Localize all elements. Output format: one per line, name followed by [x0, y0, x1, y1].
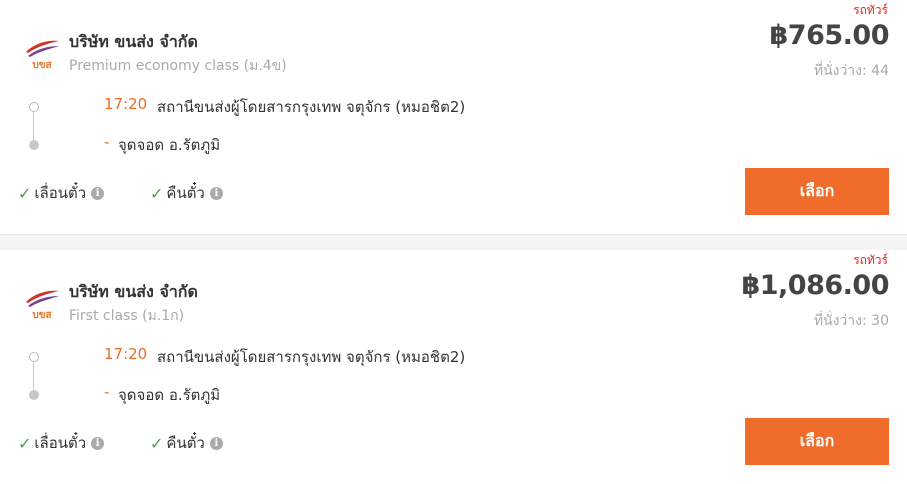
departure-dot-icon	[29, 352, 39, 362]
departure-time: 17:20	[104, 345, 148, 363]
route-line	[33, 112, 34, 142]
arrival-station: จุดจอด อ.รัตภูมิ	[118, 386, 221, 404]
feature-refund: ✓ คืนตั๋ว i	[150, 181, 223, 205]
feature-label: คืนตั๋ว	[166, 434, 205, 452]
seat-class: Premium economy class (ม.4ข)	[69, 58, 287, 74]
arrival-time: -	[104, 383, 110, 401]
select-button[interactable]: เลือก	[745, 418, 889, 465]
svg-text:บขส: บขส	[32, 60, 52, 70]
feature-label: คืนตั๋ว	[166, 184, 205, 202]
departure-station: สถานีขนส่งผู้โดยสารกรุงเทพ จตุจักร (หมอช…	[157, 98, 466, 116]
ticket-price: ฿765.00	[769, 20, 890, 51]
feature-refund: ✓ คืนตั๋ว i	[150, 431, 223, 455]
departure-station: สถานีขนส่งผู้โดยสารกรุงเทพ จตุจักร (หมอช…	[157, 348, 466, 366]
feature-label: เลื่อนตั๋ว	[34, 184, 87, 202]
trip-card: รถทัวร์ บขส บริษัท ขนส่ง จำกัด First cla…	[0, 250, 907, 484]
info-icon[interactable]: i	[91, 186, 105, 200]
departure-dot-icon	[29, 102, 39, 112]
svg-text:บขส: บขส	[32, 310, 52, 320]
check-icon: ✓	[150, 433, 164, 453]
company-name: บริษัท ขนส่ง จำกัด	[69, 282, 198, 301]
trip-card: รถทัวร์ บขส บริษัท ขนส่ง จำกัด Premium e…	[0, 0, 907, 234]
ticket-price: ฿1,086.00	[741, 270, 889, 301]
route-line	[33, 362, 34, 392]
company-name: บริษัท ขนส่ง จำกัด	[69, 32, 198, 51]
card-separator	[0, 234, 907, 250]
info-icon[interactable]: i	[91, 436, 105, 450]
vehicle-type-tag: รถทัวร์	[853, 3, 888, 17]
available-seats: ที่นั่งว่าง: 30	[813, 313, 889, 329]
feature-reschedule: ✓ เลื่อนตั๋ว i	[18, 431, 105, 455]
arrival-dot-icon	[29, 390, 39, 400]
check-icon: ✓	[18, 183, 32, 203]
check-icon: ✓	[150, 183, 164, 203]
vehicle-type-tag: รถทัวร์	[853, 253, 888, 267]
operator-logo: บขส	[26, 40, 59, 70]
info-icon[interactable]: i	[209, 436, 223, 450]
operator-logo: บขส	[26, 290, 59, 320]
feature-reschedule: ✓ เลื่อนตั๋ว i	[18, 181, 105, 205]
check-icon: ✓	[18, 433, 32, 453]
select-button[interactable]: เลือก	[745, 168, 889, 215]
arrival-dot-icon	[29, 140, 39, 150]
available-seats: ที่นั่งว่าง: 44	[813, 63, 889, 79]
departure-time: 17:20	[104, 95, 148, 113]
feature-label: เลื่อนตั๋ว	[34, 434, 87, 452]
arrival-station: จุดจอด อ.รัตภูมิ	[118, 136, 221, 154]
seat-class: First class (ม.1ก)	[69, 308, 185, 324]
info-icon[interactable]: i	[209, 186, 223, 200]
arrival-time: -	[104, 133, 110, 151]
